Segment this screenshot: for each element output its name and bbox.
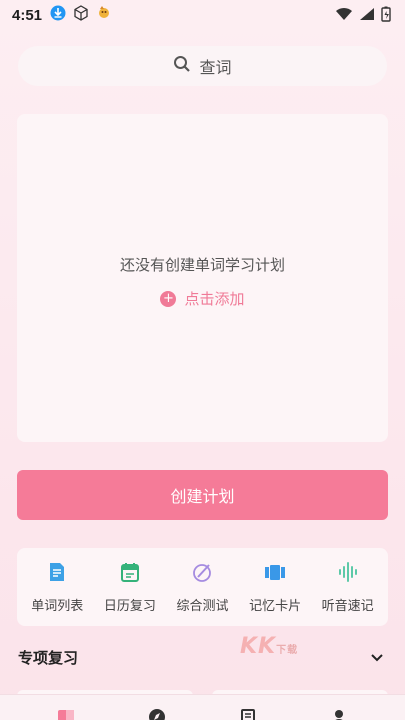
bottom-nav (0, 694, 405, 720)
tool-comprehensive-test[interactable]: 综合测试 (167, 561, 237, 614)
status-bar: 4:51 (0, 0, 405, 30)
nav-home-icon[interactable] (54, 706, 78, 720)
cube-icon (72, 4, 90, 26)
create-plan-button[interactable]: 创建计划 (17, 470, 388, 520)
tool-audio-memo[interactable]: 听音速记 (313, 561, 383, 614)
signal-icon (359, 7, 375, 25)
empty-message: 还没有创建单词学习计划 (119, 256, 285, 274)
battery-icon (381, 6, 391, 26)
add-plan-link[interactable]: + 点击添加 (17, 288, 388, 309)
search-bar[interactable]: 查词 (18, 46, 387, 86)
tool-label: 单词列表 (31, 598, 84, 614)
plan-card: 还没有创建单词学习计划 + 点击添加 (17, 114, 388, 442)
tool-label: 记忆卡片 (249, 598, 302, 614)
add-plan-label: 点击添加 (184, 290, 245, 308)
tool-label: 听音速记 (321, 598, 374, 614)
tool-label: 综合测试 (176, 598, 229, 614)
status-time: 4:51 (12, 6, 43, 24)
search-icon (173, 55, 191, 77)
app-mascot-icon (96, 5, 112, 25)
tool-label: 日历复习 (103, 598, 156, 614)
section-title: 专项复习 (18, 649, 79, 667)
tools-panel: 单词列表 日历复习 综合测试 记忆卡片 听音速记 (17, 548, 388, 626)
download-icon (50, 5, 66, 25)
audio-icon (337, 561, 359, 587)
tool-flashcards[interactable]: 记忆卡片 (240, 561, 310, 614)
plus-circle-icon: + (160, 290, 177, 307)
tool-word-list[interactable]: 单词列表 (22, 561, 92, 614)
nav-profile-icon[interactable] (327, 706, 351, 720)
calendar-icon (119, 561, 141, 587)
tool-calendar-review[interactable]: 日历复习 (95, 561, 165, 614)
nav-discover-icon[interactable] (145, 706, 169, 720)
word-list-icon (46, 561, 68, 587)
watermark-logo: KK下载 (240, 634, 299, 659)
chevron-down-icon[interactable] (369, 650, 385, 666)
flashcard-icon (264, 561, 286, 587)
wifi-icon (335, 7, 353, 25)
search-label: 查词 (199, 58, 232, 77)
nav-notes-icon[interactable] (236, 706, 260, 720)
test-icon (191, 561, 213, 587)
